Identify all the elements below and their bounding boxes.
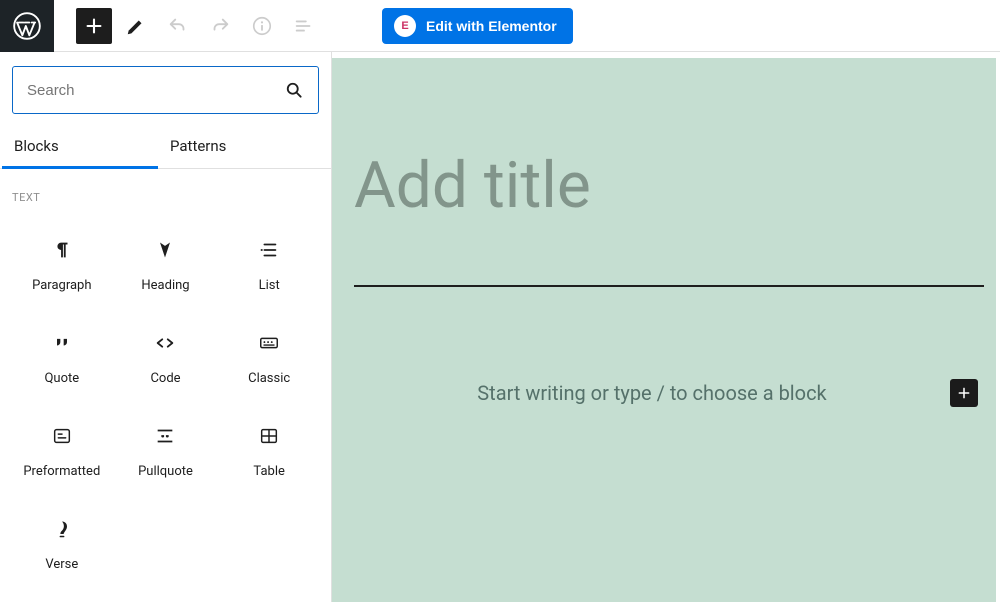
- editor-toolbar: E Edit with Elementor: [0, 0, 1000, 52]
- block-preformatted[interactable]: Preformatted: [10, 408, 114, 493]
- tab-patterns[interactable]: Patterns: [158, 124, 238, 168]
- block-code[interactable]: Code: [114, 315, 218, 400]
- verse-icon: [50, 517, 74, 541]
- block-list[interactable]: List: [217, 222, 321, 307]
- search-icon: [284, 80, 304, 100]
- pullquote-icon: [153, 424, 177, 448]
- block-grid: Paragraph Heading List Quote Code: [0, 208, 331, 586]
- wordpress-icon: [13, 12, 41, 40]
- table-icon: [257, 424, 281, 448]
- pencil-icon: [125, 15, 147, 37]
- add-block-button[interactable]: [76, 8, 112, 44]
- list-view-icon: [293, 15, 315, 37]
- edit-with-elementor-button[interactable]: E Edit with Elementor: [382, 8, 573, 44]
- tab-blocks[interactable]: Blocks: [2, 124, 158, 168]
- content-placeholder[interactable]: Start writing or type / to choose a bloc…: [354, 381, 950, 405]
- classic-icon: [257, 331, 281, 355]
- plus-icon: [83, 15, 105, 37]
- title-area[interactable]: Add title: [344, 52, 988, 215]
- content-area[interactable]: Start writing or type / to choose a bloc…: [354, 379, 978, 407]
- elementor-icon: E: [394, 15, 416, 37]
- title-separator: [354, 285, 984, 287]
- title-placeholder[interactable]: Add title: [354, 157, 988, 215]
- inline-add-block-button[interactable]: [950, 379, 978, 407]
- wordpress-logo[interactable]: [0, 0, 54, 52]
- block-table[interactable]: Table: [217, 408, 321, 493]
- block-label: Table: [253, 464, 284, 479]
- heading-icon: [153, 238, 177, 262]
- inserter-tabs: Blocks Patterns: [0, 124, 331, 169]
- undo-button[interactable]: [160, 8, 196, 44]
- block-label: Preformatted: [23, 464, 100, 479]
- block-label: Code: [150, 371, 180, 386]
- block-label: Quote: [44, 371, 79, 386]
- code-icon: [153, 331, 177, 355]
- search-input[interactable]: [27, 82, 284, 99]
- block-classic[interactable]: Classic: [217, 315, 321, 400]
- block-heading[interactable]: Heading: [114, 222, 218, 307]
- editor-canvas: Add title Start writing or type / to cho…: [332, 52, 1000, 602]
- preformatted-icon: [50, 424, 74, 448]
- edit-mode-button[interactable]: [118, 8, 154, 44]
- elementor-label: Edit with Elementor: [426, 18, 557, 34]
- category-header: TEXT: [0, 169, 331, 208]
- block-label: Heading: [141, 278, 189, 293]
- redo-icon: [209, 15, 231, 37]
- block-label: Pullquote: [138, 464, 193, 479]
- paragraph-icon: [50, 238, 74, 262]
- undo-icon: [167, 15, 189, 37]
- plus-icon: [956, 385, 972, 401]
- block-label: Classic: [248, 371, 290, 386]
- redo-button[interactable]: [202, 8, 238, 44]
- block-verse[interactable]: Verse: [10, 501, 114, 586]
- outline-button[interactable]: [286, 8, 322, 44]
- info-icon: [251, 15, 273, 37]
- block-label: Paragraph: [32, 278, 91, 293]
- search-box[interactable]: [12, 66, 319, 114]
- block-label: List: [259, 278, 280, 293]
- block-inserter-panel: Blocks Patterns TEXT Paragraph Heading L…: [0, 52, 332, 602]
- info-button[interactable]: [244, 8, 280, 44]
- quote-icon: [50, 331, 74, 355]
- block-paragraph[interactable]: Paragraph: [10, 222, 114, 307]
- toolbar-buttons: [76, 8, 322, 44]
- block-quote[interactable]: Quote: [10, 315, 114, 400]
- search-container: [0, 52, 331, 124]
- block-pullquote[interactable]: Pullquote: [114, 408, 218, 493]
- block-label: Verse: [45, 557, 78, 572]
- list-icon: [257, 238, 281, 262]
